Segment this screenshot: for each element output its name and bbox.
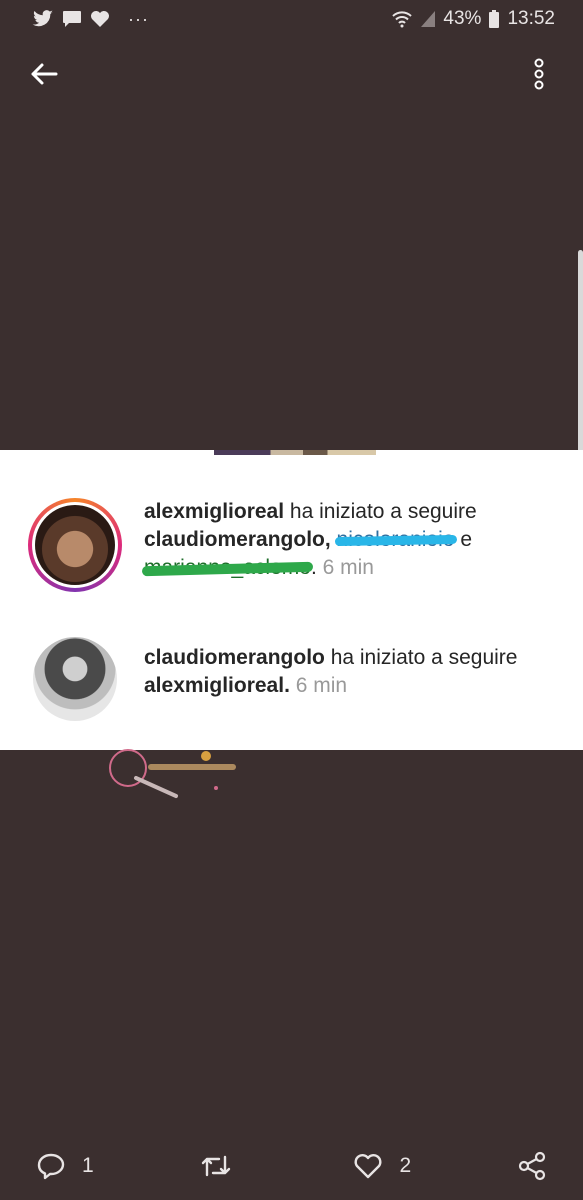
tweet-action-bar: 1 2 [0,1140,583,1192]
message-icon [63,11,81,27]
target-username[interactable]: claudiomerangolo, [144,528,331,551]
signal-icon [421,11,436,27]
retweet-icon [201,1155,230,1177]
more-notifications-icon: ··· [128,8,149,29]
timestamp: 6 min [316,556,374,579]
watermark-logo [109,749,236,798]
more-options-button[interactable] [519,54,559,94]
avatar [33,637,117,721]
target-username[interactable]: alexmiglioreal. [144,674,290,697]
status-bar: ··· 43% 13:52 [0,0,583,38]
retweet-button[interactable] [200,1153,248,1179]
twitter-icon [32,10,53,27]
reply-count: 1 [82,1154,94,1177]
wifi-icon [392,11,413,28]
activity-text: claudiomerangolo ha iniziato a seguire a… [144,644,564,700]
like-button[interactable]: 2 [353,1152,411,1180]
avatar-story-ring[interactable] [28,498,122,592]
battery-icon [489,10,500,28]
reply-button[interactable]: 1 [36,1152,94,1180]
timestamp: 6 min [289,674,348,697]
username[interactable]: claudiomerangolo [144,646,325,669]
avatar [35,505,115,585]
activity-item[interactable]: alexmiglioreal ha iniziato a seguire cla… [28,498,564,592]
heart-icon [91,11,109,27]
avatar-wrap[interactable] [28,632,122,726]
back-button[interactable] [24,54,64,94]
share-icon [518,1151,546,1181]
status-system: 43% 13:52 [391,8,555,30]
vertical-dots-icon [534,58,544,90]
share-button[interactable] [517,1151,547,1181]
battery-percent: 43% [443,8,482,29]
clock: 13:52 [507,8,555,29]
reply-icon [37,1153,65,1180]
status-notifications: ··· [32,9,149,30]
username[interactable]: alexmiglioreal [144,500,284,523]
conjunction: e [460,528,472,551]
back-arrow-icon [31,63,58,85]
redacted-username-green: marianne_aclemo [144,554,311,582]
activity-action: ha iniziato a seguire [324,646,518,669]
top-app-bar [0,50,583,98]
activity-item[interactable]: claudiomerangolo ha iniziato a seguire a… [28,632,564,726]
activity-text: alexmiglioreal ha iniziato a seguire cla… [144,498,564,582]
media-image[interactable]: alexmiglioreal ha iniziato a seguire cla… [0,450,583,750]
heart-outline-icon [354,1154,382,1179]
like-count: 2 [399,1154,412,1177]
activity-action: ha iniziato a seguire [284,500,477,523]
redacted-username-blue: nicoloranioio [337,526,455,554]
image-strip [214,450,376,455]
